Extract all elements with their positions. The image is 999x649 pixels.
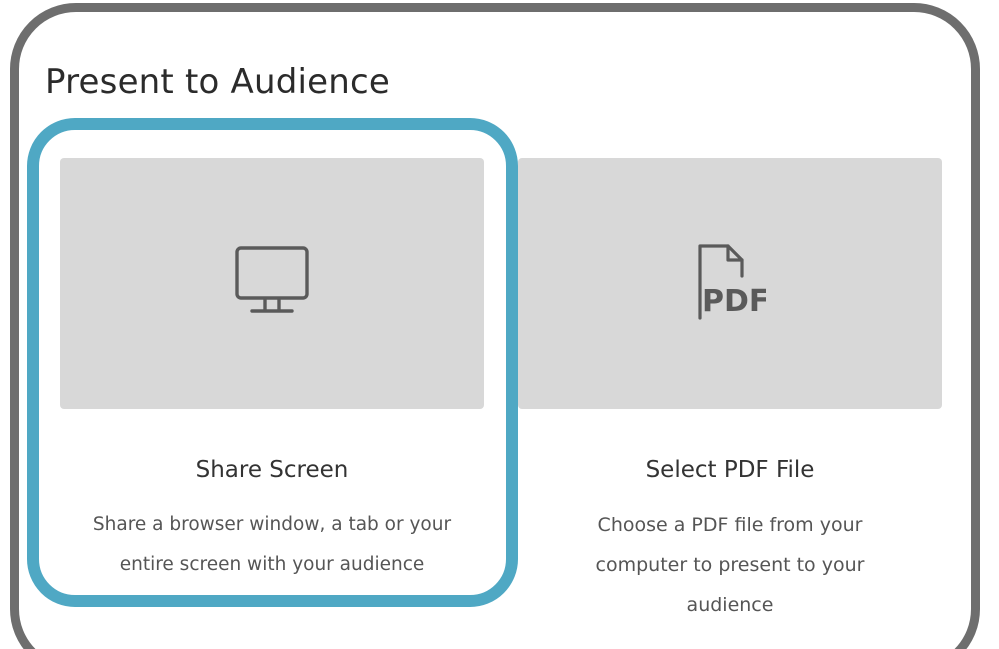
description-line: entire screen with your audience xyxy=(119,554,425,575)
present-dialog: Present to Audience Share Screen Share a… xyxy=(0,0,999,649)
select-pdf-description: Choose a PDF file from your computer to … xyxy=(565,505,895,625)
svg-text:PDF: PDF xyxy=(702,284,766,319)
page-title: Present to Audience xyxy=(45,62,391,102)
description-line: Choose a PDF file from your xyxy=(597,514,863,536)
share-screen-description: Share a browser window, a tab or your en… xyxy=(60,505,484,585)
description-line: audience xyxy=(686,594,774,616)
select-pdf-option[interactable]: PDF Select PDF File Choose a PDF file fr… xyxy=(518,158,942,625)
monitor-icon xyxy=(234,244,310,324)
select-pdf-title: Select PDF File xyxy=(645,457,815,483)
select-pdf-thumbnail[interactable]: PDF xyxy=(518,158,942,409)
description-line: Share a browser window, a tab or your xyxy=(92,514,452,535)
share-screen-title: Share Screen xyxy=(195,457,349,483)
pdf-file-icon: PDF xyxy=(694,242,769,326)
description-line: computer to present to your xyxy=(595,554,865,576)
frame-gap xyxy=(183,628,405,649)
share-screen-thumbnail[interactable] xyxy=(60,158,484,409)
share-screen-option[interactable]: Share Screen Share a browser window, a t… xyxy=(60,158,484,585)
